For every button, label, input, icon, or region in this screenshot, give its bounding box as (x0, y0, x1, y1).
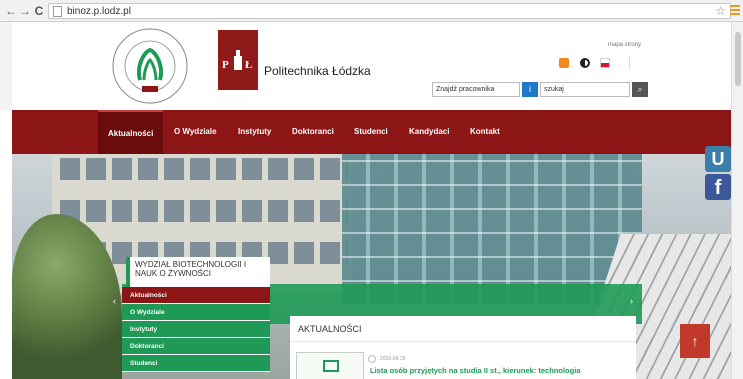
address-bar[interactable]: binoz.p.lodz.pl ☆ (48, 3, 731, 19)
scroll-to-top-button[interactable]: ↑ (680, 324, 710, 358)
date-icon (368, 355, 376, 363)
divider (629, 56, 630, 70)
contrast-icon[interactable] (580, 58, 590, 68)
svg-text:P: P (222, 59, 229, 71)
url-text: binoz.p.lodz.pl (67, 6, 131, 17)
news-date: 2015-09-29 (380, 356, 406, 362)
usos-icon[interactable]: U (705, 146, 731, 172)
side-item-instytuty[interactable]: Instytuty (122, 321, 270, 338)
news-thumbnail[interactable] (296, 352, 364, 379)
faculty-logo[interactable] (110, 26, 190, 106)
facebook-icon[interactable]: f (705, 174, 731, 200)
site-search-input[interactable]: szukaj (540, 82, 630, 97)
scrollbar[interactable] (731, 22, 743, 379)
news-heading: AKTUALNOŚCI (290, 316, 636, 342)
page-icon (53, 6, 62, 17)
nav-item-o-wydziale[interactable]: O Wydziale (174, 110, 217, 154)
side-item-doktoranci[interactable]: Doktoranci (122, 338, 270, 355)
employee-search-input[interactable]: Znajdź pracownika (432, 82, 520, 97)
side-menu: Aktualności O Wydziale Instytuty Doktora… (122, 287, 270, 372)
side-item-studenci[interactable]: Studenci (122, 355, 270, 372)
reload-icon[interactable]: C (32, 4, 46, 18)
university-name[interactable]: Politechnika Łódzka (264, 64, 371, 78)
main-nav: Aktualności O Wydziale Instytuty Doktora… (12, 110, 731, 154)
search-icon[interactable]: ⌕ (632, 82, 648, 97)
language-flag-icon[interactable] (600, 58, 610, 68)
forward-arrow-icon[interactable]: → (18, 4, 32, 18)
nav-item-studenci[interactable]: Studenci (354, 110, 388, 154)
scrollbar-thumb[interactable] (735, 32, 741, 86)
side-item-aktualnosci[interactable]: Aktualności (122, 287, 270, 304)
slider-prev-icon[interactable]: ‹ (113, 296, 116, 306)
employee-search-button[interactable]: i (522, 82, 538, 97)
nav-item-doktoranci[interactable]: Doktoranci (292, 110, 334, 154)
university-logo[interactable]: P Ł (218, 30, 258, 90)
bookmark-star-icon[interactable]: ☆ (715, 4, 726, 18)
slider-next-icon[interactable]: › (630, 296, 633, 306)
rss-icon[interactable] (559, 58, 569, 68)
faculty-title: Wydział Biotechnologii i Nauk o Żywności (126, 257, 270, 287)
svg-text:Ł: Ł (245, 59, 252, 71)
nav-item-kontakt[interactable]: Kontakt (470, 110, 500, 154)
nav-item-kandydaci[interactable]: Kandydaci (409, 110, 449, 154)
site-map-link[interactable]: mapa strony (608, 42, 641, 48)
site-header: P Ł Politechnika Łódzka mapa strony Znaj… (0, 22, 743, 110)
side-item-o-wydziale[interactable]: O Wydziale (122, 304, 270, 321)
browser-toolbar: ← → C binoz.p.lodz.pl ☆ (0, 0, 743, 22)
news-panel: AKTUALNOŚCI 2015-09-29 Lista osób przyję… (290, 316, 636, 379)
nav-item-instytuty[interactable]: Instytuty (238, 110, 271, 154)
news-title-link[interactable]: Lista osób przyjętych na studia II st., … (370, 366, 580, 375)
browser-menu-icon[interactable] (730, 5, 740, 17)
nav-item-aktualnosci[interactable]: Aktualności (98, 110, 164, 154)
back-arrow-icon[interactable]: ← (4, 4, 18, 18)
